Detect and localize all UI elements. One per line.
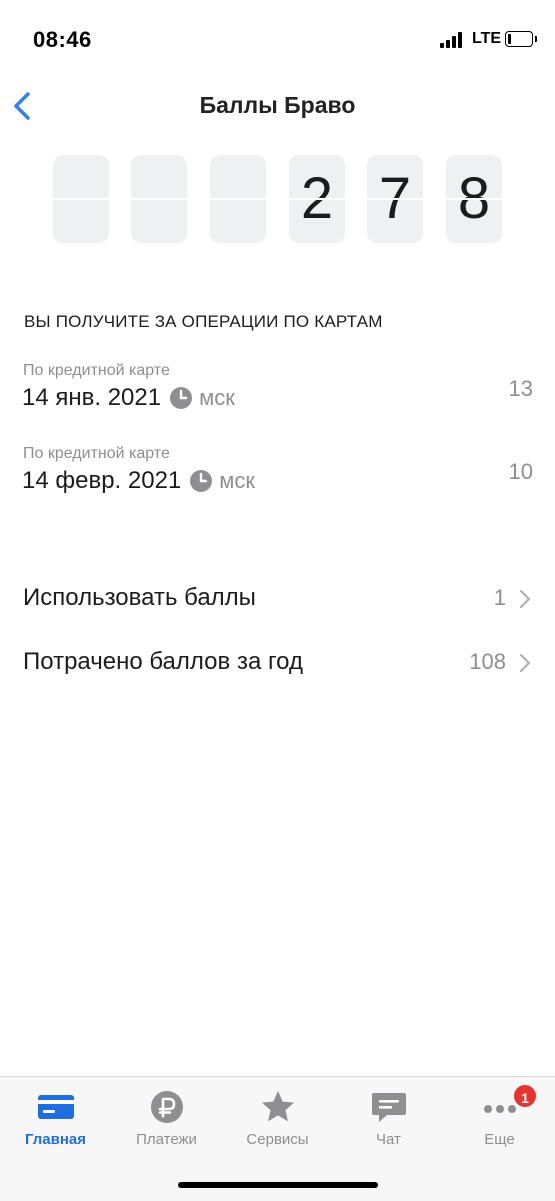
operation-kind: По кредитной карте	[23, 445, 170, 462]
home-indicator	[178, 1182, 378, 1188]
star-icon	[261, 1091, 294, 1122]
operation-date: 14 февр. 2021	[22, 467, 182, 494]
status-bar: 08:46 LTE	[0, 0, 555, 80]
digit-card	[53, 155, 109, 243]
operation-timezone: мск	[219, 468, 256, 493]
operation-kind: По кредитной карте	[23, 362, 170, 379]
operation-timezone: мск	[199, 385, 235, 410]
digit-card	[131, 155, 187, 243]
card-icon	[37, 1095, 74, 1119]
tab-label: Главная	[24, 1131, 86, 1148]
tab-label: Сервисы	[246, 1131, 309, 1148]
tab-label: Платежи	[136, 1131, 197, 1148]
use-points-row[interactable]: Использовать баллы 1	[0, 571, 555, 625]
operation-item: По кредитной карте 14 янв. 2021 мск 13	[0, 362, 555, 422]
action-value: 108	[469, 649, 506, 674]
action-value: 1	[493, 585, 506, 610]
notification-badge: 1	[512, 1083, 538, 1109]
spent-points-row[interactable]: Потрачено баллов за год 108	[0, 635, 555, 689]
chevron-right-icon	[519, 653, 531, 673]
tab-more[interactable]: 1 Еще	[444, 1083, 555, 1159]
operation-item: По кредитной карте 14 февр. 2021 мск 10	[0, 445, 555, 505]
chevron-right-icon	[519, 589, 531, 609]
clock-icon	[170, 387, 193, 409]
digit: 8	[457, 166, 491, 231]
section-header: ВЫ ПОЛУЧИТЕ ЗА ОПЕРАЦИИ ПО КАРТАМ	[24, 312, 383, 331]
operation-date-row: 14 янв. 2021 мск	[22, 384, 235, 412]
tab-label: Чат	[376, 1131, 401, 1148]
operation-amount: 13	[508, 376, 533, 401]
page-title: Баллы Браво	[199, 92, 356, 118]
points-counter: 2 7 8	[53, 155, 503, 243]
status-time: 08:46	[33, 27, 92, 52]
digit-card: 7	[367, 155, 423, 243]
operation-date-row: 14 февр. 2021 мск	[22, 467, 255, 495]
clock-icon	[190, 470, 213, 492]
digit-card	[210, 155, 266, 243]
tab-label: Еще	[484, 1131, 515, 1148]
operation-date: 14 янв. 2021	[22, 384, 162, 411]
signal-icon	[440, 32, 464, 48]
digit: 2	[300, 166, 334, 231]
action-label: Потрачено баллов за год	[23, 648, 304, 675]
battery-icon	[505, 31, 537, 47]
tab-chat[interactable]: Чат	[333, 1087, 444, 1159]
digit-card: 8	[446, 155, 502, 243]
network-label: LTE	[472, 30, 502, 47]
chat-icon	[371, 1093, 406, 1122]
operation-amount: 10	[508, 459, 533, 484]
tab-services[interactable]: Сервисы	[222, 1087, 333, 1159]
nav-bar: Баллы Браво	[0, 80, 555, 135]
action-label: Использовать баллы	[23, 584, 256, 611]
tab-home[interactable]: Главная	[0, 1087, 111, 1159]
tab-payments[interactable]: Платежи	[111, 1087, 222, 1159]
digit: 7	[378, 166, 412, 231]
ruble-icon	[150, 1091, 183, 1123]
digit-card: 2	[289, 155, 345, 243]
